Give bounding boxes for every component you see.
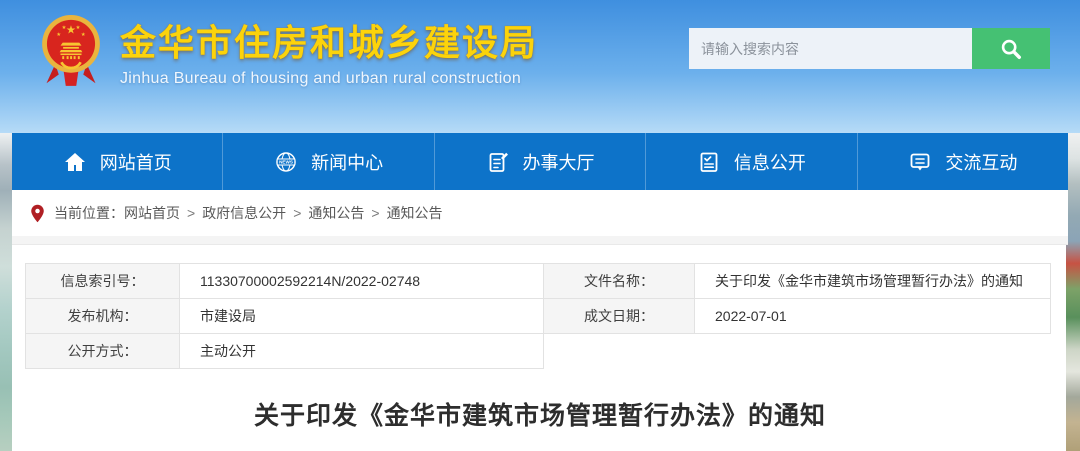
service-hall-icon xyxy=(486,150,510,174)
info-disclosure-icon xyxy=(697,150,721,174)
meta-label-disclosure-method: 公开方式： xyxy=(26,334,180,369)
breadcrumb-link-gov-info[interactable]: 政府信息公开 xyxy=(202,203,286,223)
search-input[interactable] xyxy=(689,28,972,69)
nav-item-label: 网站首页 xyxy=(100,149,172,175)
nav-item-label: 办事大厅 xyxy=(523,149,595,175)
document-meta-table: 信息索引号： 11330700002592214N/2022-02748 文件名… xyxy=(25,263,1051,369)
section-divider xyxy=(12,236,1068,245)
nav-item-label: 交流互动 xyxy=(945,149,1017,175)
svg-text:★: ★ xyxy=(76,25,81,31)
table-row: 信息索引号： 11330700002592214N/2022-02748 文件名… xyxy=(26,264,1051,299)
page: ★ ★ ★ ★ ★ 金华市住房和城乡建设局 Jinhua Bureau of h… xyxy=(0,0,1080,451)
site-brand: ★ ★ ★ ★ ★ 金华市住房和城乡建设局 Jinhua Bureau of h… xyxy=(36,8,538,92)
breadcrumb-link-home[interactable]: 网站首页 xyxy=(124,203,180,223)
nav-item-label: 信息公开 xyxy=(734,149,806,175)
interaction-icon xyxy=(908,150,932,174)
breadcrumb-prefix: 当前位置： xyxy=(54,203,124,223)
nav-item-info-disclosure[interactable]: 信息公开 xyxy=(645,133,856,190)
document-title: 关于印发《金华市建筑市场管理暂行办法》的通知 xyxy=(12,396,1068,432)
meta-label-index-number: 信息索引号： xyxy=(26,264,180,299)
table-row: 公开方式： 主动公开 xyxy=(26,334,1051,369)
search-button[interactable] xyxy=(972,28,1050,69)
breadcrumb-link-notices-current[interactable]: 通知公告 xyxy=(387,203,443,223)
nav-item-news[interactable]: NEWS 新闻中心 xyxy=(222,133,433,190)
site-title-cn: 金华市住房和城乡建设局 xyxy=(120,14,538,66)
meta-value-disclosure-method: 主动公开 xyxy=(180,334,544,369)
main-nav: 网站首页 NEWS 新闻中心 办事大厅 信 xyxy=(12,133,1068,190)
breadcrumb-separator: > xyxy=(187,205,195,221)
left-photo-strip xyxy=(0,133,12,451)
meta-label-date: 成文日期： xyxy=(544,299,695,334)
meta-label-issuing-agency: 发布机构： xyxy=(26,299,180,334)
svg-text:★: ★ xyxy=(66,24,76,36)
meta-value-file-name: 关于印发《金华市建筑市场管理暂行办法》的通知 xyxy=(695,264,1051,299)
meta-value-issuing-agency: 市建设局 xyxy=(180,299,544,334)
meta-label-file-name: 文件名称： xyxy=(544,264,695,299)
nav-item-service-hall[interactable]: 办事大厅 xyxy=(434,133,645,190)
news-globe-icon: NEWS xyxy=(274,150,298,174)
breadcrumb-separator: > xyxy=(371,205,379,221)
site-header: ★ ★ ★ ★ ★ 金华市住房和城乡建设局 Jinhua Bureau of h… xyxy=(0,0,1080,133)
nav-item-interaction[interactable]: 交流互动 xyxy=(857,133,1068,190)
search-icon xyxy=(998,36,1024,62)
empty-cell xyxy=(695,334,1051,369)
site-title-en: Jinhua Bureau of housing and urban rural… xyxy=(120,70,538,88)
location-pin-icon xyxy=(30,204,45,223)
breadcrumb: 当前位置： 网站首页 > 政府信息公开 > 通知公告 > 通知公告 xyxy=(12,190,1068,236)
breadcrumb-link-notices[interactable]: 通知公告 xyxy=(308,203,364,223)
svg-text:NEWS: NEWS xyxy=(279,159,293,164)
national-emblem-icon: ★ ★ ★ ★ ★ xyxy=(36,8,106,92)
search-bar xyxy=(689,28,1050,69)
empty-cell xyxy=(544,334,695,369)
nav-item-home[interactable]: 网站首页 xyxy=(12,133,222,190)
meta-value-date: 2022-07-01 xyxy=(695,299,1051,334)
svg-text:★: ★ xyxy=(56,32,61,38)
nav-item-label: 新闻中心 xyxy=(311,149,383,175)
breadcrumb-separator: > xyxy=(293,205,301,221)
right-photo-strip xyxy=(1066,133,1080,451)
table-row: 发布机构： 市建设局 成文日期： 2022-07-01 xyxy=(26,299,1051,334)
home-icon xyxy=(63,150,87,174)
brand-titles: 金华市住房和城乡建设局 Jinhua Bureau of housing and… xyxy=(120,8,538,88)
svg-text:★: ★ xyxy=(81,32,86,38)
meta-value-index-number: 11330700002592214N/2022-02748 xyxy=(180,264,544,299)
svg-text:★: ★ xyxy=(62,25,67,31)
